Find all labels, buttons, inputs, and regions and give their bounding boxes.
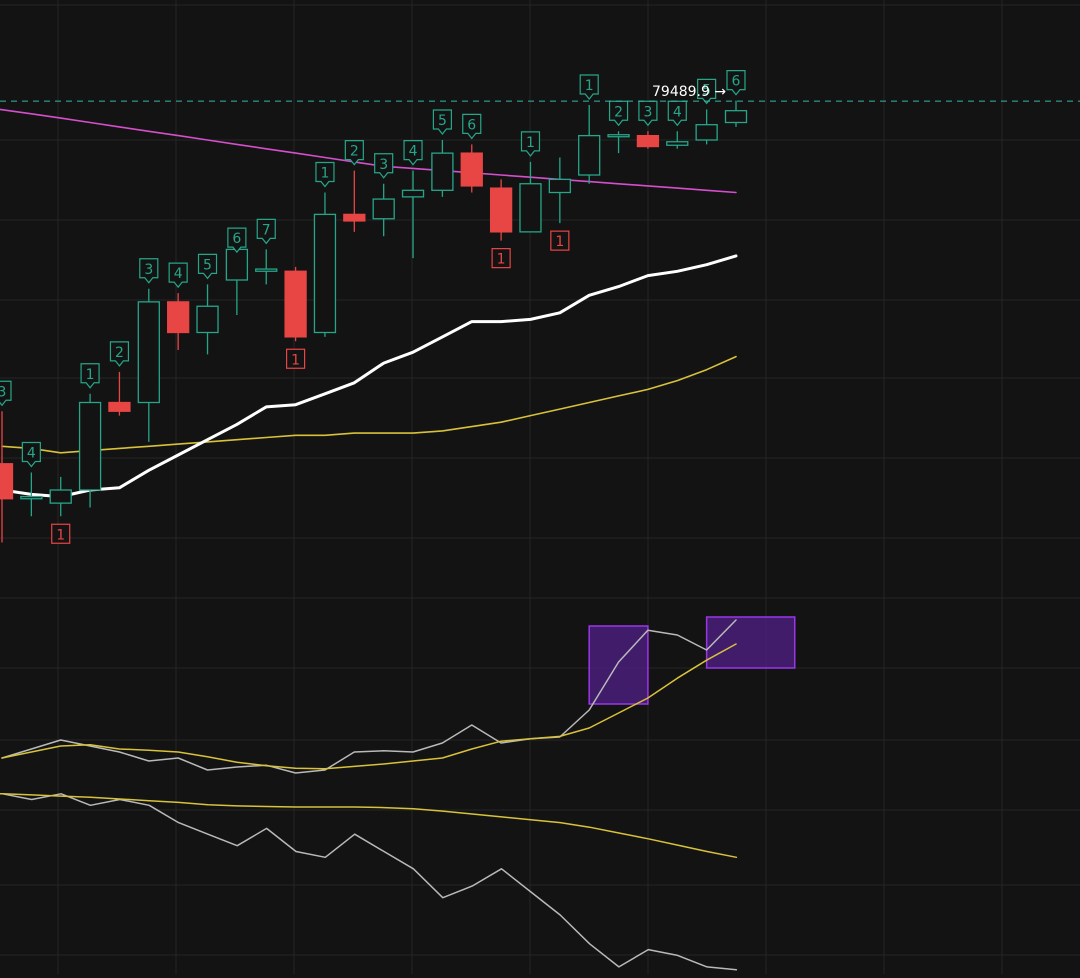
candle-body[interactable] [49, 489, 72, 504]
candle[interactable] [313, 192, 337, 337]
sequence-label-text: 1 [56, 527, 65, 543]
candle-body[interactable] [372, 198, 395, 220]
sequence-label-text: 2 [614, 104, 623, 120]
sequence-label-text: 1 [86, 367, 95, 383]
candle[interactable] [489, 179, 513, 241]
candle-body[interactable] [225, 248, 249, 281]
current-price-label: 79489.9 → [652, 84, 726, 100]
sequence-label-text: 1 [585, 78, 594, 94]
candle[interactable] [78, 393, 102, 508]
sequence-label-text: 1 [497, 252, 506, 268]
candle-body[interactable] [460, 152, 483, 187]
highlight-box [705, 616, 796, 669]
sequence-label-text: 1 [555, 234, 564, 250]
candle-body[interactable] [548, 178, 571, 194]
sequence-label-text: 3 [379, 157, 388, 173]
sequence-label-text: 6 [467, 117, 476, 133]
candle-body[interactable] [489, 187, 513, 233]
sequence-label: 1 [286, 348, 306, 369]
candle-body[interactable] [284, 270, 307, 338]
candle[interactable] [284, 266, 307, 342]
candle-body[interactable] [78, 401, 102, 491]
sequence-label-text: 1 [526, 135, 535, 151]
candle-body[interactable] [519, 183, 542, 233]
sequence-label: 1 [51, 523, 71, 544]
sequence-label-text: 3 [0, 384, 6, 400]
candle-body[interactable] [636, 134, 660, 148]
candle-body[interactable] [0, 463, 14, 500]
sequence-label-text: 2 [115, 345, 124, 361]
candle-body[interactable] [343, 213, 366, 222]
sequence-label-text: 4 [27, 446, 36, 462]
sequence-label-text: 6 [232, 231, 241, 247]
sequence-label-text: 4 [174, 266, 183, 282]
trading-chart[interactable]: 34112345671123456111123456 79489.9 → [0, 0, 1080, 974]
sequence-label-text: 2 [350, 144, 359, 160]
sequence-label-text: 1 [291, 352, 300, 368]
sequence-label-text: 3 [144, 262, 153, 278]
sequence-label-text: 4 [673, 104, 682, 120]
candle-body[interactable] [255, 268, 278, 272]
sequence-label: 1 [491, 248, 511, 269]
candle-body[interactable] [196, 305, 219, 334]
candle-body[interactable] [578, 134, 601, 176]
sequence-label-text: 1 [320, 166, 329, 182]
chart-canvas[interactable]: 341123 4567112345 611112 3 456 79489.9 → [0, 0, 1080, 974]
candle-body[interactable] [137, 301, 160, 404]
sequence-label-text: 5 [203, 257, 212, 273]
candle-body[interactable] [167, 301, 190, 334]
candle-body[interactable] [313, 213, 337, 334]
candle-body[interactable] [108, 401, 131, 412]
candle-body[interactable] [666, 141, 689, 146]
sequence-label: 1 [550, 230, 570, 251]
highlight-box [588, 625, 649, 705]
candle-body[interactable] [431, 152, 454, 191]
sequence-label-text: 4 [409, 144, 418, 160]
candle-body[interactable] [695, 124, 718, 141]
sequence-label-text: 5 [438, 113, 447, 129]
candle-body[interactable] [724, 110, 748, 124]
candle-body[interactable] [607, 134, 630, 138]
candle-body[interactable] [401, 189, 425, 198]
candle-body[interactable] [20, 495, 43, 500]
sequence-label-text: 6 [732, 74, 741, 90]
sequence-label-text: 3 [643, 104, 652, 120]
sequence-label-text: 7 [262, 222, 271, 238]
